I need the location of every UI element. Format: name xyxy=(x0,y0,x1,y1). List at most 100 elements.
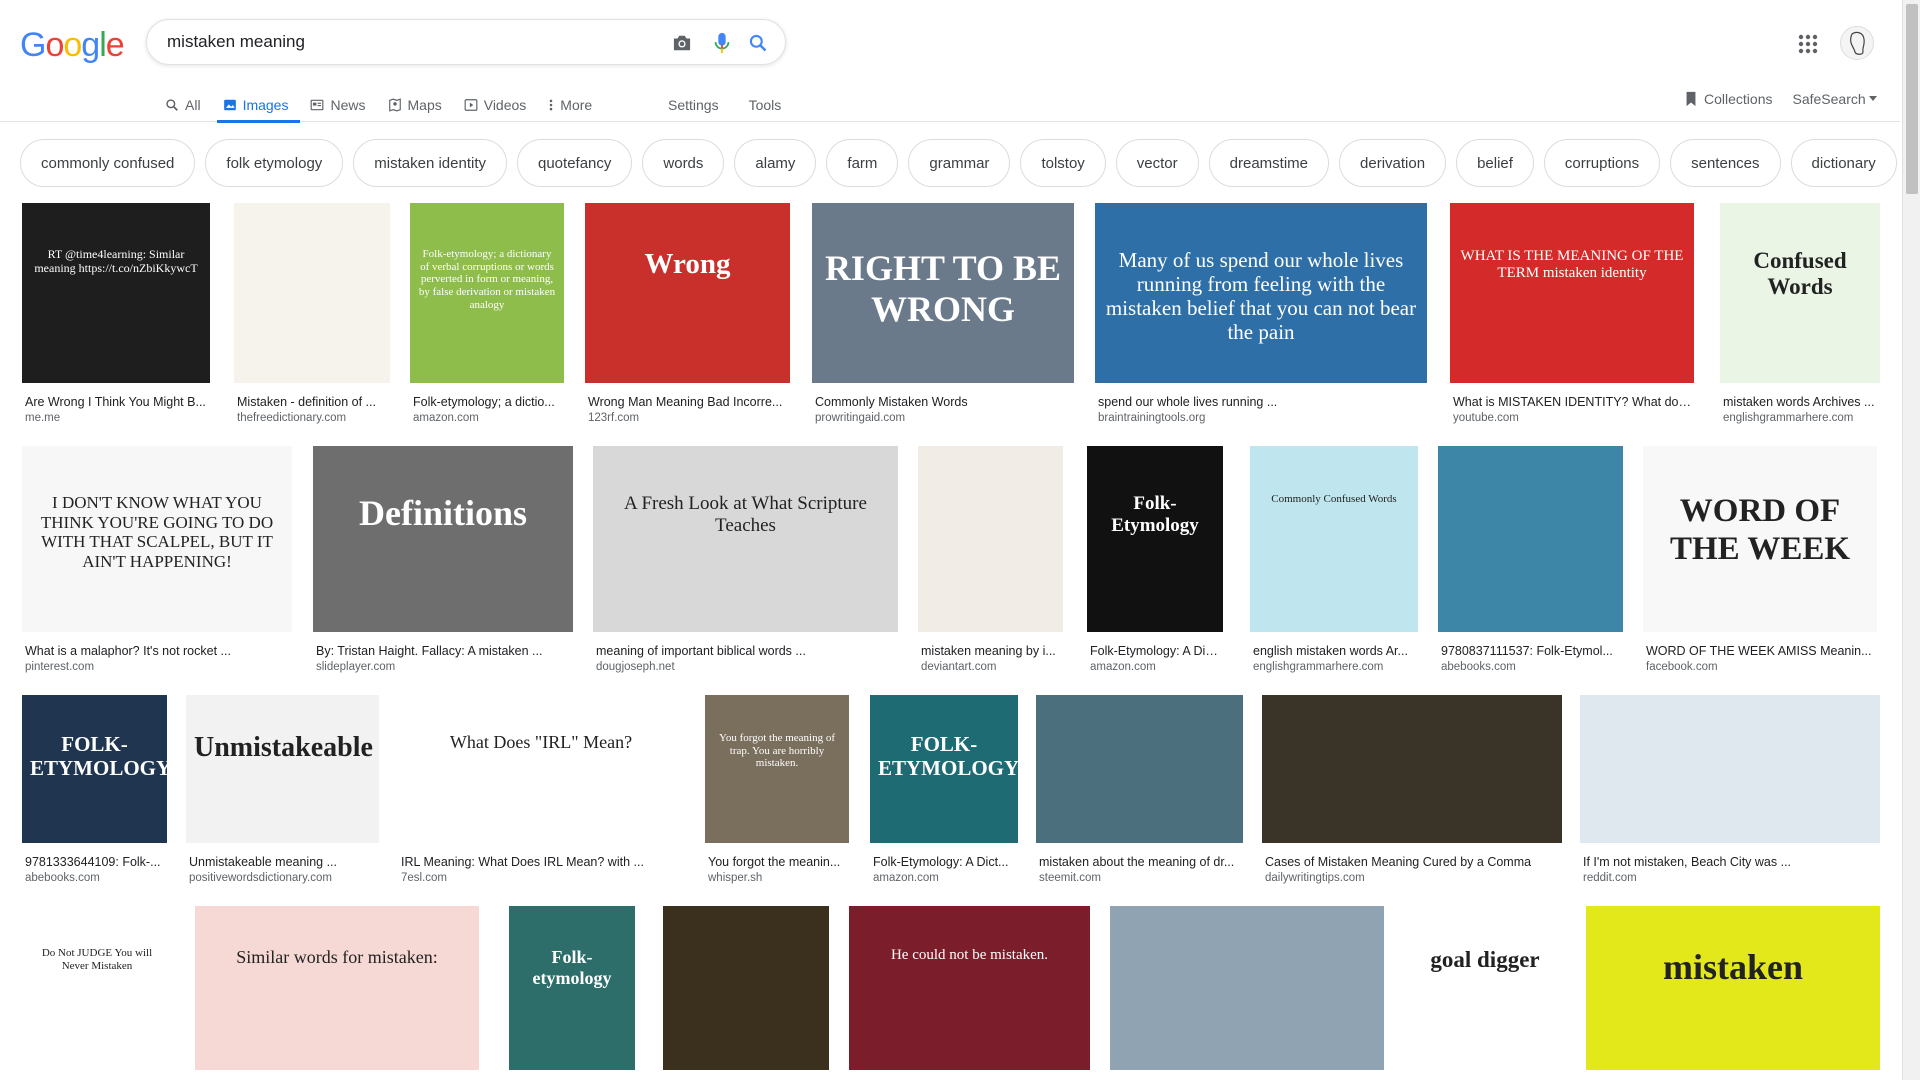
image-result[interactable]: Mistaken - definition of ... thefreedicti… xyxy=(234,203,390,443)
image-caption[interactable]: mistaken meaning by i... xyxy=(921,644,1062,658)
image-result[interactable] xyxy=(663,906,829,1080)
image-caption[interactable]: Folk-Etymology: A Dict... xyxy=(873,855,1017,869)
image-result[interactable]: mistaken meaning by i... deviantart.com xyxy=(918,446,1063,692)
image-source[interactable]: dailywritingtips.com xyxy=(1265,872,1561,884)
image-source[interactable]: abebooks.com xyxy=(25,872,166,884)
image-caption[interactable]: What is a malaphor? It's not rocket ... xyxy=(25,644,291,658)
image-source[interactable]: englishgrammarhere.com xyxy=(1723,412,1879,424)
image-thumbnail[interactable]: Similar words for mistaken: xyxy=(195,906,479,1070)
image-caption[interactable]: 9781333644109: Folk-... xyxy=(25,855,166,869)
image-result[interactable]: Folk-etymology xyxy=(509,906,635,1080)
chip[interactable]: commonly confused xyxy=(20,139,196,187)
tab-all[interactable]: All xyxy=(165,88,201,122)
image-caption[interactable]: You forgot the meanin... xyxy=(708,855,848,869)
image-result[interactable]: Do Not JUDGE You will Never Mistaken xyxy=(20,906,174,1080)
chip[interactable]: vector xyxy=(1115,139,1199,187)
image-result[interactable]: WORD OF THE WEEK WORD OF THE WEEK AMISS M… xyxy=(1643,446,1877,692)
image-caption[interactable]: mistaken words Archives ... xyxy=(1723,395,1879,409)
image-source[interactable]: 7esl.com xyxy=(401,872,683,884)
chip[interactable]: tolstoy xyxy=(1020,139,1106,187)
image-thumbnail[interactable]: FOLK-ETYMOLOGY xyxy=(870,695,1018,843)
chip[interactable]: dreamstime xyxy=(1208,139,1330,187)
image-result[interactable]: He could not be mistaken. xyxy=(849,906,1090,1080)
chip[interactable]: derivation xyxy=(1339,139,1447,187)
image-result[interactable]: FOLK-ETYMOLOGY Folk-Etymology: A Dict... a… xyxy=(870,695,1018,903)
image-result[interactable]: Unmistakeable Unmistakeable meaning ... po… xyxy=(186,695,379,903)
image-result[interactable]: What Does "IRL" Mean? IRL Meaning: What D… xyxy=(398,695,684,903)
image-thumbnail[interactable]: A Fresh Look at What Scripture Teaches xyxy=(593,446,898,632)
image-thumbnail[interactable]: RT @time4learning: Similar meaning https… xyxy=(22,203,210,383)
tab-more[interactable]: More xyxy=(548,88,592,122)
apps-grid-icon[interactable] xyxy=(1796,32,1820,56)
image-result[interactable]: RT @time4learning: Similar meaning https… xyxy=(22,203,210,443)
image-thumbnail[interactable]: Folk-Etymology xyxy=(1087,446,1223,632)
image-source[interactable]: pinterest.com xyxy=(25,661,291,673)
image-thumbnail[interactable]: Folk-etymology xyxy=(509,906,635,1070)
image-result[interactable]: Folk-Etymology Folk-Etymology: A Dict... a… xyxy=(1087,446,1223,692)
image-result[interactable]: goal digger xyxy=(1404,906,1566,1080)
search-input[interactable] xyxy=(167,30,617,54)
image-thumbnail[interactable]: He could not be mistaken. xyxy=(849,906,1090,1070)
chip[interactable]: corruptions xyxy=(1543,139,1661,187)
image-thumbnail[interactable] xyxy=(1262,695,1562,843)
microphone-icon[interactable] xyxy=(711,32,733,54)
image-result[interactable] xyxy=(1110,906,1384,1080)
image-caption[interactable]: By: Tristan Haight. Fallacy: A mistaken … xyxy=(316,644,572,658)
image-thumbnail[interactable]: Do Not JUDGE You will Never Mistaken xyxy=(20,906,174,1070)
image-result[interactable]: WHAT IS THE MEANING OF THE TERM mistaken… xyxy=(1450,203,1694,443)
image-result[interactable]: RIGHT TO BE WRONG Commonly Mistaken Words… xyxy=(812,203,1074,443)
image-thumbnail[interactable]: Wrong xyxy=(585,203,790,383)
image-caption[interactable]: meaning of important biblical words ... xyxy=(596,644,897,658)
image-result[interactable]: Commonly Confused Words english mistaken … xyxy=(1250,446,1418,692)
chip[interactable]: sentences xyxy=(1670,139,1781,187)
image-thumbnail[interactable]: mistaken xyxy=(1586,906,1880,1070)
image-caption[interactable]: Mistaken - definition of ... xyxy=(237,395,389,409)
image-caption[interactable]: spend our whole lives running ... xyxy=(1098,395,1426,409)
image-source[interactable]: facebook.com xyxy=(1646,661,1876,673)
image-caption[interactable]: WORD OF THE WEEK AMISS Meanin... xyxy=(1646,644,1876,658)
settings-link[interactable]: Settings xyxy=(668,97,719,113)
image-result[interactable]: You forgot the meaning of trap. You are … xyxy=(705,695,849,903)
image-result[interactable]: Cases of Mistaken Meaning Cured by a Com… xyxy=(1262,695,1562,903)
image-caption[interactable]: Folk-etymology; a dictio... xyxy=(413,395,563,409)
image-result[interactable]: Many of us spend our whole lives running… xyxy=(1095,203,1427,443)
image-source[interactable]: amazon.com xyxy=(413,412,563,424)
image-thumbnail[interactable]: What Does "IRL" Mean? xyxy=(398,695,684,843)
image-source[interactable]: reddit.com xyxy=(1583,872,1879,884)
chip[interactable]: belief xyxy=(1456,139,1534,187)
image-thumbnail[interactable]: You forgot the meaning of trap. You are … xyxy=(705,695,849,843)
image-thumbnail[interactable] xyxy=(918,446,1063,632)
image-caption[interactable]: Are Wrong I Think You Might B... xyxy=(25,395,209,409)
image-result[interactable]: Confused Words mistaken words Archives ..… xyxy=(1720,203,1880,443)
image-result[interactable]: Similar words for mistaken: xyxy=(195,906,479,1080)
collections-button[interactable]: Collections xyxy=(1684,91,1772,107)
image-caption[interactable]: Folk-Etymology: A Dict... xyxy=(1090,644,1222,658)
image-source[interactable]: thefreedictionary.com xyxy=(237,412,389,424)
scrollbar-thumb[interactable] xyxy=(1906,4,1918,194)
chip[interactable]: dictionary xyxy=(1790,139,1897,187)
image-thumbnail[interactable]: goal digger xyxy=(1404,906,1566,1070)
image-source[interactable]: amazon.com xyxy=(1090,661,1222,673)
image-result[interactable]: Definitions By: Tristan Haight. Fallacy: … xyxy=(313,446,573,692)
image-result[interactable]: Wrong Wrong Man Meaning Bad Incorre... 123… xyxy=(585,203,790,443)
safesearch-button[interactable]: SafeSearch xyxy=(1792,91,1877,107)
tab-videos[interactable]: Videos xyxy=(464,88,526,122)
chip[interactable]: farm xyxy=(826,139,899,187)
image-source[interactable]: 123rf.com xyxy=(588,412,789,424)
image-caption[interactable]: Cases of Mistaken Meaning Cured by a Com… xyxy=(1265,855,1561,869)
image-source[interactable]: me.me xyxy=(25,412,209,424)
image-caption[interactable]: IRL Meaning: What Does IRL Mean? with ..… xyxy=(401,855,683,869)
tab-maps[interactable]: Maps xyxy=(388,88,442,122)
image-thumbnail[interactable]: I DON'T KNOW WHAT YOU THINK YOU'RE GOING… xyxy=(22,446,292,632)
image-result[interactable]: mistaken about the meaning of dr... steem… xyxy=(1036,695,1243,903)
image-thumbnail[interactable]: Confused Words xyxy=(1720,203,1880,383)
image-result[interactable]: A Fresh Look at What Scripture Teaches me… xyxy=(593,446,898,692)
image-source[interactable]: amazon.com xyxy=(873,872,1017,884)
chip[interactable]: words xyxy=(642,139,725,187)
search-icon[interactable] xyxy=(747,32,769,54)
image-caption[interactable]: If I'm not mistaken, Beach City was ... xyxy=(1583,855,1879,869)
image-thumbnail[interactable]: RIGHT TO BE WRONG xyxy=(812,203,1074,383)
image-source[interactable]: dougjoseph.net xyxy=(596,661,897,673)
image-result[interactable]: If I'm not mistaken, Beach City was ... r… xyxy=(1580,695,1880,903)
image-result[interactable]: I DON'T KNOW WHAT YOU THINK YOU'RE GOING… xyxy=(22,446,292,692)
